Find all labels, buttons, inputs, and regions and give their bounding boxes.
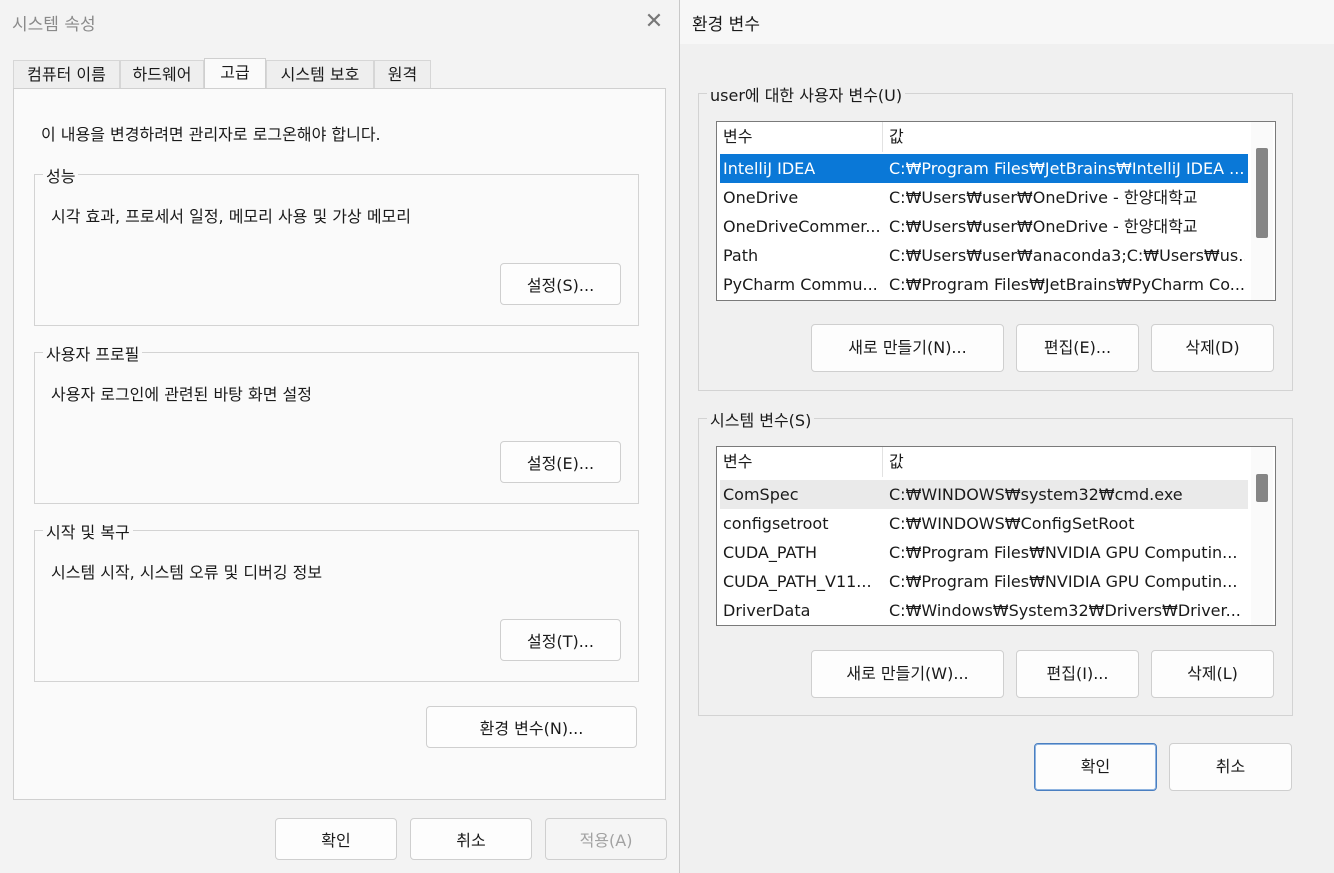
variable-value: C:₩Users₩user₩OneDrive - 한양대학교 (889, 217, 1198, 236)
variable-name: Path (723, 246, 759, 265)
variable-value: C:₩Program Files₩NVIDIA GPU Computin... (889, 543, 1238, 562)
user-edit-button[interactable]: 편집(E)... (1016, 324, 1139, 372)
table-row[interactable]: Path C:₩Users₩user₩anaconda3;C:₩Users₩us… (720, 241, 1248, 270)
advanced-tab-panel: 이 내용을 변경하려면 관리자로 로그온해야 합니다. 성능 시각 효과, 프로… (13, 88, 666, 800)
variable-name: OneDriveCommer... (723, 217, 880, 236)
variable-value: C:₩WINDOWS₩system32₩cmd.exe (889, 485, 1183, 504)
close-icon[interactable]: ✕ (640, 8, 668, 36)
variable-name: DriverData (723, 601, 811, 620)
scrollbar[interactable] (1251, 447, 1273, 625)
tab-hardware[interactable]: 하드웨어 (120, 60, 204, 88)
column-header-name[interactable]: 변수 (717, 122, 882, 152)
group-title: user에 대한 사용자 변수(U) (707, 82, 906, 106)
group-description: 시각 효과, 프로세서 일정, 메모리 사용 및 가상 메모리 (51, 207, 411, 226)
variable-name: ComSpec (723, 485, 799, 504)
list-header: 변수 값 (717, 447, 1247, 477)
title-bar: 시스템 속성 ✕ (0, 0, 679, 44)
scrollbar[interactable] (1251, 122, 1273, 300)
table-row[interactable]: IntelliJ IDEA C:₩Program Files₩JetBrains… (720, 154, 1248, 183)
system-variables-group: 시스템 변수(S) 변수 값 ComSpec C:₩WINDOWS₩system… (698, 407, 1293, 716)
variable-value: C:₩Users₩user₩anaconda3;C:₩Users₩us... (889, 246, 1245, 265)
title-bar: 환경 변수 (680, 0, 1334, 44)
variable-name: configsetroot (723, 514, 829, 533)
variable-value: C:₩Program Files₩NVIDIA GPU Computin... (889, 572, 1238, 591)
table-row[interactable]: DriverData C:₩Windows₩System32₩Drivers₩D… (720, 596, 1248, 625)
variable-name: PyCharm Commu... (723, 275, 878, 294)
table-row[interactable]: OneDriveCommer... C:₩Users₩user₩OneDrive… (720, 212, 1248, 241)
variable-value: C:₩Program Files₩JetBrains₩IntelliJ IDEA… (889, 159, 1245, 178)
startup-recovery-group: 시작 및 복구 시스템 시작, 시스템 오류 및 디버깅 정보 설정(T)... (34, 519, 639, 682)
cancel-button[interactable]: 취소 (410, 818, 532, 860)
column-header-value[interactable]: 값 (883, 447, 1247, 477)
performance-group: 성능 시각 효과, 프로세서 일정, 메모리 사용 및 가상 메모리 설정(S)… (34, 163, 639, 326)
dialog-title: 시스템 속성 (12, 15, 96, 35)
admin-note: 이 내용을 변경하려면 관리자로 로그온해야 합니다. (41, 125, 381, 144)
column-header-name[interactable]: 변수 (717, 447, 882, 477)
group-title: 사용자 프로필 (43, 341, 143, 365)
system-new-button[interactable]: 새로 만들기(W)... (811, 650, 1004, 698)
column-header-value[interactable]: 값 (883, 122, 1247, 152)
environment-variables-button[interactable]: 환경 변수(N)... (426, 706, 637, 748)
table-row[interactable]: CUDA_PATH_V11... C:₩Program Files₩NVIDIA… (720, 567, 1248, 596)
scrollbar-thumb[interactable] (1256, 148, 1268, 238)
system-variables-list[interactable]: 변수 값 ComSpec C:₩WINDOWS₩system32₩cmd.exe… (716, 446, 1276, 626)
environment-variables-dialog: 환경 변수 user에 대한 사용자 변수(U) 변수 값 IntelliJ I… (680, 0, 1334, 873)
system-delete-button[interactable]: 삭제(L) (1151, 650, 1274, 698)
startup-recovery-settings-button[interactable]: 설정(T)... (500, 619, 621, 661)
scrollbar-thumb[interactable] (1256, 474, 1268, 502)
variable-value: C:₩Users₩user₩OneDrive - 한양대학교 (889, 188, 1198, 207)
variable-value: C:₩WINDOWS₩ConfigSetRoot (889, 514, 1135, 533)
variable-name: OneDrive (723, 188, 799, 207)
variable-name: CUDA_PATH (723, 543, 817, 562)
tab-remote[interactable]: 원격 (374, 60, 431, 88)
group-title: 시스템 변수(S) (707, 407, 815, 431)
ok-button[interactable]: 확인 (1034, 743, 1157, 791)
cancel-button[interactable]: 취소 (1169, 743, 1292, 791)
list-header: 변수 값 (717, 122, 1247, 152)
variable-name: IntelliJ IDEA (723, 159, 816, 178)
user-profile-settings-button[interactable]: 설정(E)... (500, 441, 621, 483)
table-row[interactable]: OneDrive C:₩Users₩user₩OneDrive - 한양대학교 (720, 183, 1248, 212)
variable-value: C:₩Windows₩System32₩Drivers₩Driver... (889, 601, 1241, 620)
user-variables-group: user에 대한 사용자 변수(U) 변수 값 IntelliJ IDEA C:… (698, 82, 1293, 391)
apply-button[interactable]: 적용(A) (545, 818, 667, 860)
group-title: 시작 및 복구 (43, 519, 133, 543)
user-new-button[interactable]: 새로 만들기(N)... (811, 324, 1004, 372)
table-row[interactable]: CUDA_PATH C:₩Program Files₩NVIDIA GPU Co… (720, 538, 1248, 567)
user-variables-list[interactable]: 변수 값 IntelliJ IDEA C:₩Program Files₩JetB… (716, 121, 1276, 301)
table-row[interactable]: ComSpec C:₩WINDOWS₩system32₩cmd.exe (720, 480, 1248, 509)
system-edit-button[interactable]: 편집(I)... (1016, 650, 1139, 698)
tab-system-protection[interactable]: 시스템 보호 (266, 60, 374, 88)
performance-settings-button[interactable]: 설정(S)... (500, 263, 621, 305)
table-row[interactable]: configsetroot C:₩WINDOWS₩ConfigSetRoot (720, 509, 1248, 538)
variable-name: CUDA_PATH_V11... (723, 572, 872, 591)
variable-value: C:₩Program Files₩JetBrains₩PyCharm Co... (889, 275, 1245, 294)
group-description: 사용자 로그인에 관련된 바탕 화면 설정 (51, 385, 312, 404)
dialog-title: 환경 변수 (692, 15, 760, 35)
group-description: 시스템 시작, 시스템 오류 및 디버깅 정보 (51, 563, 323, 582)
system-properties-dialog: 시스템 속성 ✕ 컴퓨터 이름 하드웨어 고급 시스템 보호 원격 이 내용을 … (0, 0, 680, 873)
ok-button[interactable]: 확인 (275, 818, 397, 860)
table-row[interactable]: PyCharm Commu... C:₩Program Files₩JetBra… (720, 270, 1248, 299)
user-profile-group: 사용자 프로필 사용자 로그인에 관련된 바탕 화면 설정 설정(E)... (34, 341, 639, 504)
tab-advanced[interactable]: 고급 (204, 58, 266, 88)
tab-computer-name[interactable]: 컴퓨터 이름 (13, 60, 120, 88)
group-title: 성능 (43, 163, 79, 187)
user-delete-button[interactable]: 삭제(D) (1151, 324, 1274, 372)
